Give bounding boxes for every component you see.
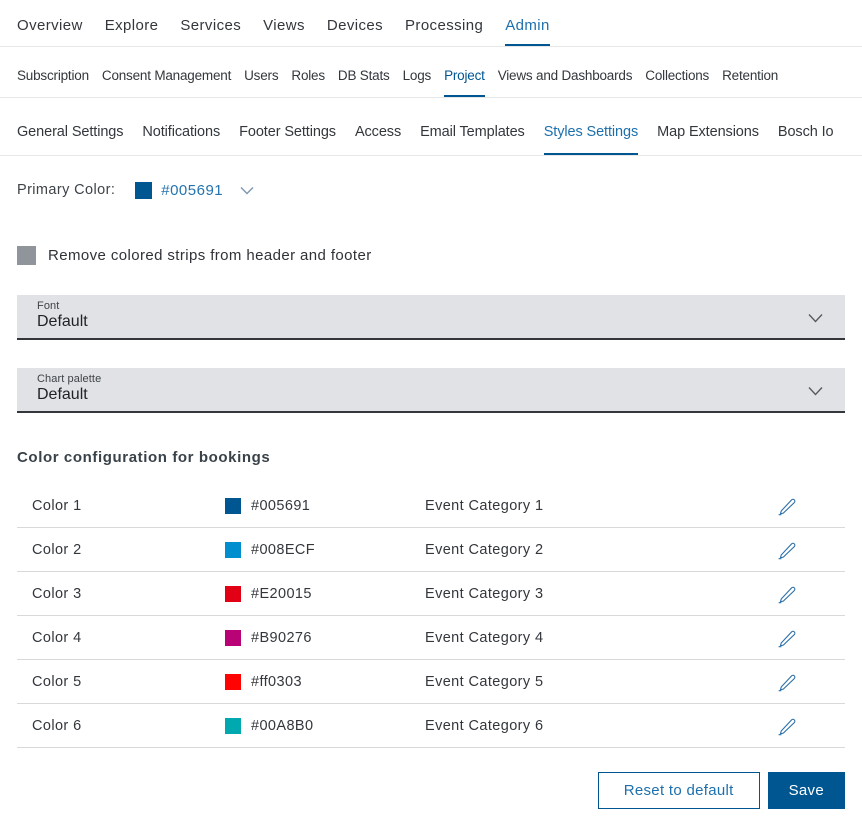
tab-db-stats[interactable]: DB Stats (338, 68, 390, 97)
pencil-icon (776, 549, 798, 564)
tab-notifications[interactable]: Notifications (142, 124, 220, 155)
table-row: Color 2 #008ECF Event Category 2 (17, 528, 845, 572)
color-name: Color 4 (17, 630, 225, 646)
edit-color-button[interactable] (729, 625, 845, 651)
pencil-icon (776, 505, 798, 520)
color-name: Color 3 (17, 586, 225, 602)
edit-color-button[interactable] (729, 713, 845, 739)
font-select[interactable]: Font Default (17, 295, 845, 340)
tab-bosch-io[interactable]: Bosch Io (778, 124, 834, 155)
table-row: Color 5 #ff0303 Event Category 5 (17, 660, 845, 704)
tab-styles-settings[interactable]: Styles Settings (544, 124, 638, 155)
edit-color-button[interactable] (729, 537, 845, 563)
edit-color-button[interactable] (729, 493, 845, 519)
tab-access[interactable]: Access (355, 124, 401, 155)
color-swatch (225, 498, 241, 514)
color-hex: #ff0303 (251, 674, 302, 690)
table-row: Color 6 #00A8B0 Event Category 6 (17, 704, 845, 748)
tab-admin[interactable]: Admin (505, 17, 550, 46)
chart-palette-label: Chart palette (37, 373, 845, 385)
primary-color-label: Primary Color: (17, 182, 115, 198)
color-hex: #008ECF (251, 542, 315, 558)
color-swatch (225, 586, 241, 602)
remove-strips-checkbox[interactable] (17, 246, 36, 265)
font-select-label: Font (37, 300, 845, 312)
tab-map-extensions[interactable]: Map Extensions (657, 124, 759, 155)
tab-email-templates[interactable]: Email Templates (420, 124, 525, 155)
chart-palette-value: Default (37, 386, 845, 404)
color-cell: #008ECF (225, 542, 425, 558)
tab-overview[interactable]: Overview (17, 17, 83, 46)
color-cell: #E20015 (225, 586, 425, 602)
event-category: Event Category 6 (425, 718, 729, 734)
tab-project[interactable]: Project (444, 68, 485, 97)
bookings-heading: Color configuration for bookings (17, 449, 845, 466)
color-cell: #ff0303 (225, 674, 425, 690)
admin-nav: Subscription Consent Management Users Ro… (0, 47, 862, 98)
primary-color-value: #005691 (161, 182, 223, 199)
styles-settings-panel: Primary Color: #005691 Remove colored st… (0, 180, 862, 809)
color-swatch (225, 674, 241, 690)
edit-color-button[interactable] (729, 581, 845, 607)
bookings-color-table: Color 1 #005691 Event Category 1 Color 2… (17, 484, 845, 748)
tab-devices[interactable]: Devices (327, 17, 383, 46)
tab-subscription[interactable]: Subscription (17, 68, 89, 97)
tab-services[interactable]: Services (180, 17, 241, 46)
tab-views-and-dashboards[interactable]: Views and Dashboards (498, 68, 633, 97)
event-category: Event Category 1 (425, 498, 729, 514)
color-cell: #00A8B0 (225, 718, 425, 734)
tab-logs[interactable]: Logs (403, 68, 431, 97)
pencil-icon (776, 593, 798, 608)
color-name: Color 2 (17, 542, 225, 558)
remove-strips-label: Remove colored strips from header and fo… (48, 247, 372, 264)
tab-users[interactable]: Users (244, 68, 278, 97)
color-swatch (225, 630, 241, 646)
color-hex: #B90276 (251, 630, 312, 646)
table-row: Color 1 #005691 Event Category 1 (17, 484, 845, 528)
table-row: Color 4 #B90276 Event Category 4 (17, 616, 845, 660)
event-category: Event Category 4 (425, 630, 729, 646)
tab-roles[interactable]: Roles (291, 68, 325, 97)
reset-to-default-button[interactable]: Reset to default (598, 772, 760, 809)
project-settings-nav: General Settings Notifications Footer Se… (0, 98, 862, 156)
color-name: Color 1 (17, 498, 225, 514)
table-row: Color 3 #E20015 Event Category 3 (17, 572, 845, 616)
tab-consent-management[interactable]: Consent Management (102, 68, 231, 97)
event-category: Event Category 2 (425, 542, 729, 558)
font-select-value: Default (37, 313, 845, 331)
save-button[interactable]: Save (768, 772, 845, 809)
chevron-down-icon (223, 186, 254, 195)
edit-color-button[interactable] (729, 669, 845, 695)
tab-processing[interactable]: Processing (405, 17, 483, 46)
event-category: Event Category 5 (425, 674, 729, 690)
color-cell: #B90276 (225, 630, 425, 646)
primary-nav: Overview Explore Services Views Devices … (0, 0, 862, 47)
color-name: Color 6 (17, 718, 225, 734)
color-name: Color 5 (17, 674, 225, 690)
pencil-icon (776, 637, 798, 652)
tab-general-settings[interactable]: General Settings (17, 124, 123, 155)
color-swatch (225, 542, 241, 558)
primary-color-swatch (135, 182, 152, 199)
color-hex: #00A8B0 (251, 718, 313, 734)
event-category: Event Category 3 (425, 586, 729, 602)
tab-retention[interactable]: Retention (722, 68, 778, 97)
chart-palette-select[interactable]: Chart palette Default (17, 368, 845, 413)
color-swatch (225, 718, 241, 734)
primary-color-picker[interactable]: #005691 (135, 182, 254, 199)
tab-views[interactable]: Views (263, 17, 305, 46)
color-cell: #005691 (225, 498, 425, 514)
tab-explore[interactable]: Explore (105, 17, 159, 46)
pencil-icon (776, 725, 798, 740)
color-hex: #005691 (251, 498, 310, 514)
tab-footer-settings[interactable]: Footer Settings (239, 124, 336, 155)
tab-collections[interactable]: Collections (645, 68, 709, 97)
footer-actions: Reset to default Save (17, 772, 845, 809)
color-hex: #E20015 (251, 586, 312, 602)
pencil-icon (776, 681, 798, 696)
